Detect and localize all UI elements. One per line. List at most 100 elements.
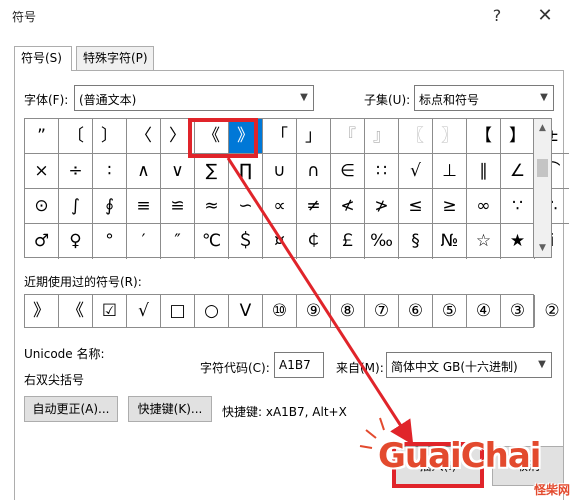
recent-symbol-cell[interactable]: ⑩ (263, 295, 297, 327)
symbol-cell[interactable]: 〗 (433, 119, 467, 154)
font-label: 字体(F): (24, 93, 69, 107)
recent-symbol-cell[interactable]: ☑ (93, 295, 127, 327)
symbol-cell[interactable]: ″ (161, 224, 195, 259)
symbol-grid-scrollbar[interactable]: ▲ ▼ (534, 118, 552, 258)
symbol-cell[interactable]: ∏ (229, 154, 263, 189)
tab-symbols[interactable]: 符号(S) (14, 46, 72, 71)
from-select[interactable]: 简体中文 GB(十六进制) ▼ (386, 352, 552, 378)
symbol-cell[interactable]: ∨ (161, 154, 195, 189)
recent-symbol-cell[interactable]: ③ (501, 295, 535, 327)
symbol-cell[interactable]: ≈ (195, 189, 229, 224)
recent-symbol-cell[interactable]: 《 (59, 295, 93, 327)
symbol-cell[interactable]: § (399, 224, 433, 259)
symbol-cell[interactable]: ∮ (93, 189, 127, 224)
symbol-cell[interactable]: 〖 (399, 119, 433, 154)
subset-select[interactable]: 标点和符号 ▼ (414, 85, 554, 111)
scroll-up-icon[interactable]: ▲ (534, 119, 551, 137)
from-label: 来自(M): (336, 361, 384, 375)
symbol-cell[interactable]: ≌ (161, 189, 195, 224)
symbol-cell[interactable]: ∈ (331, 154, 365, 189)
tab-special-characters[interactable]: 特殊字符(P) (76, 46, 154, 70)
symbol-cell[interactable]: ￠ (297, 224, 331, 259)
recent-symbol-cell[interactable]: V (229, 295, 263, 327)
symbol-cell[interactable]: ∪ (263, 154, 297, 189)
symbol-cell[interactable]: ∧ (127, 154, 161, 189)
symbol-cell[interactable]: ∫ (59, 189, 93, 224)
symbol-cell[interactable]: ⊥ (433, 154, 467, 189)
recent-symbol-cell[interactable]: ○ (195, 295, 229, 327)
recent-symbol-cell[interactable]: ⑥ (399, 295, 433, 327)
symbol-cell[interactable]: × (25, 154, 59, 189)
from-select-value: 简体中文 GB(十六进制) (391, 360, 518, 374)
scroll-thumb[interactable] (537, 159, 548, 177)
symbol-cell[interactable]: ♂ (25, 224, 59, 259)
symbol-cell[interactable]: ° (93, 224, 127, 259)
recent-symbol-cell[interactable]: ⑧ (331, 295, 365, 327)
symbol-cell[interactable]: ≤ (399, 189, 433, 224)
recent-symbol-cell[interactable]: ⑦ (365, 295, 399, 327)
recent-symbol-cell[interactable]: ⑨ (297, 295, 331, 327)
symbol-cell[interactable]: ∝ (263, 189, 297, 224)
recent-symbols-row: 》《 ☑ √ □ ○ V ⑩ ⑨ ⑧ ⑦ ⑥ ⑤ ④ ③ ② (24, 294, 560, 328)
autocorrect-button[interactable]: 自动更正(A)... (24, 396, 118, 422)
symbol-cell[interactable]: 』 (365, 119, 399, 154)
symbol-cell[interactable]: ≥ (433, 189, 467, 224)
recent-symbol-cell[interactable]: 》 (25, 295, 59, 327)
font-select-value: (普通文本) (79, 93, 137, 107)
symbol-cell[interactable]: ≠ (297, 189, 331, 224)
symbol-cell[interactable]: 『 (331, 119, 365, 154)
subset-label: 子集(U): (364, 93, 411, 107)
shortcut-key-button[interactable]: 快捷键(K)... (128, 396, 212, 422)
recent-symbol-cell[interactable]: ② (535, 295, 569, 327)
title-bar: 符号 ? ✕ (0, 0, 578, 32)
symbol-cell[interactable]: ∞ (467, 189, 501, 224)
highlight-box-selected-symbol (188, 118, 258, 158)
close-window-button[interactable]: ✕ (528, 4, 562, 28)
recent-symbol-cell[interactable]: ⑤ (433, 295, 467, 327)
symbol-cell[interactable]: ∩ (297, 154, 331, 189)
symbol-cell[interactable]: 〕 (93, 119, 127, 154)
symbol-cell[interactable]: ∥ (467, 154, 501, 189)
symbol-cell[interactable]: 【 (467, 119, 501, 154)
symbol-cell[interactable]: ” (25, 119, 59, 154)
symbol-cell[interactable]: ☆ (467, 224, 501, 259)
recent-symbol-cell[interactable]: √ (127, 295, 161, 327)
symbol-cell[interactable]: 〈 (127, 119, 161, 154)
symbol-cell[interactable]: 〔 (59, 119, 93, 154)
symbol-cell[interactable]: ∶ (93, 154, 127, 189)
symbol-cell[interactable]: ∠ (501, 154, 535, 189)
recent-symbols-label: 近期使用过的符号(R): (24, 275, 142, 289)
symbol-cell[interactable]: 】 (501, 119, 535, 154)
symbol-cell[interactable]: ‰ (365, 224, 399, 259)
symbol-cell[interactable]: ＄ (229, 224, 263, 259)
watermark-subtext: 怪柴网 (533, 483, 570, 497)
symbol-cell[interactable]: ∽ (229, 189, 263, 224)
symbol-cell[interactable]: ≮ (331, 189, 365, 224)
recent-symbol-cell[interactable]: □ (161, 295, 195, 327)
symbol-cell[interactable]: ∷ (365, 154, 399, 189)
symbol-cell[interactable]: ⊙ (25, 189, 59, 224)
window-title: 符号 (12, 10, 37, 24)
symbol-cell[interactable]: № (433, 224, 467, 259)
char-code-label: 字符代码(C): (200, 361, 270, 375)
symbol-cell[interactable]: ￡ (331, 224, 365, 259)
symbol-cell[interactable]: ¤ (263, 224, 297, 259)
symbol-cell[interactable]: ≯ (365, 189, 399, 224)
watermark-logo: GuaiChai (378, 436, 541, 476)
scroll-down-icon[interactable]: ▼ (534, 239, 551, 257)
symbol-cell[interactable]: ≡ (127, 189, 161, 224)
symbol-cell[interactable]: ÷ (59, 154, 93, 189)
symbol-cell[interactable]: ′ (127, 224, 161, 259)
char-code-input[interactable]: A1B7 (274, 352, 324, 378)
font-select[interactable]: (普通文本) ▼ (74, 85, 314, 111)
symbol-cell[interactable]: ∵ (501, 189, 535, 224)
recent-symbol-cell[interactable]: ④ (467, 295, 501, 327)
symbol-cell[interactable]: 「 (263, 119, 297, 154)
help-button[interactable]: ? (482, 4, 512, 28)
symbol-cell[interactable]: √ (399, 154, 433, 189)
symbol-cell[interactable]: ∑ (195, 154, 229, 189)
symbol-cell[interactable]: ℃ (195, 224, 229, 259)
symbol-cell[interactable]: ♀ (59, 224, 93, 259)
symbol-cell[interactable]: 」 (297, 119, 331, 154)
symbol-cell[interactable]: ★ (501, 224, 535, 259)
